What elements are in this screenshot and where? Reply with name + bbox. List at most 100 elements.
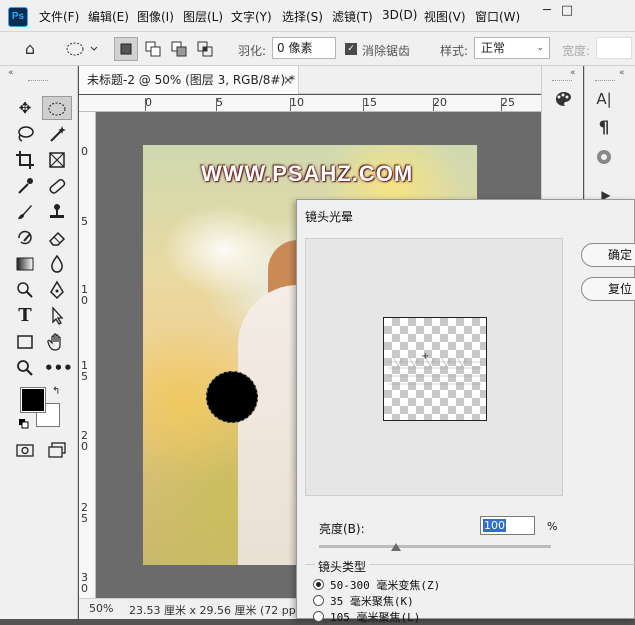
ruler-top-label: 20: [433, 96, 447, 109]
brightness-slider-thumb[interactable]: [391, 543, 401, 551]
ruler-left-label: 5: [81, 215, 88, 228]
close-tab-icon[interactable]: ×: [283, 73, 293, 87]
flare-preview-thumbnail[interactable]: +: [383, 317, 487, 421]
ruler-left-label: 0: [81, 145, 88, 158]
reset-button[interactable]: 复位: [581, 277, 635, 301]
ellipse-marquee-icon: [66, 42, 98, 56]
home-icon[interactable]: ⌂: [18, 37, 42, 61]
default-colors-icon[interactable]: [19, 418, 29, 429]
palette-icon[interactable]: [551, 90, 575, 112]
magic-wand-tool-icon[interactable]: [44, 122, 70, 146]
brightness-input[interactable]: 100: [480, 516, 535, 535]
glyphs-panel-icon[interactable]: [593, 148, 615, 170]
frame-tool-icon[interactable]: [44, 148, 70, 172]
antialias-label: 消除锯齿: [362, 44, 411, 58]
menu-select[interactable]: 选择(S): [282, 8, 323, 25]
brightness-slider[interactable]: [319, 545, 551, 548]
menu-bar: Ps 文件(F) 编辑(E) 图像(I) 图层(L) 文字(Y) 选择(S) 滤…: [0, 0, 635, 32]
rectangle-tool-icon[interactable]: [12, 330, 38, 354]
crop-tool-icon[interactable]: [12, 148, 38, 172]
style-label: 样式:: [440, 44, 469, 58]
feather-label: 羽化:: [238, 44, 267, 58]
preview-watermark: [388, 357, 482, 385]
toolbar-grip[interactable]: [28, 80, 48, 83]
options-bar: ⌂ 羽化: 0 像素 ✓ 消除锯齿 样式: 正常 ⌄ 宽度:: [0, 32, 635, 66]
ruler-top-label: 15: [363, 96, 377, 109]
chevron-down-icon: ⌄: [536, 43, 544, 53]
style-select[interactable]: 正常 ⌄: [474, 37, 550, 59]
feather-input[interactable]: 0 像素: [272, 37, 336, 59]
zoom-tool-icon[interactable]: [12, 356, 38, 380]
gradient-tool-icon[interactable]: [12, 252, 38, 276]
zoom-level[interactable]: 50%: [89, 602, 113, 615]
width-input[interactable]: [596, 37, 632, 59]
menu-3d[interactable]: 3D(D): [382, 8, 417, 22]
collapse-right-panel-icon[interactable]: «: [619, 68, 625, 78]
menu-type[interactable]: 文字(Y): [231, 8, 272, 25]
paragraph-panel-icon[interactable]: ¶: [593, 118, 615, 138]
vertical-ruler: 0 5 1 0 1 5 2 0 2 5 3 0: [79, 112, 96, 598]
radio-icon[interactable]: [313, 579, 324, 590]
preview-area: +: [305, 238, 563, 496]
pen-tool-icon[interactable]: [44, 278, 70, 302]
hand-tool-icon[interactable]: [44, 330, 70, 354]
clone-stamp-tool-icon[interactable]: [44, 200, 70, 224]
quick-mask-icon[interactable]: [12, 438, 38, 462]
collapse-toolbar-icon[interactable]: «: [8, 68, 14, 78]
antialias-checkbox[interactable]: ✓: [345, 43, 357, 55]
add-selection-button[interactable]: [141, 37, 165, 61]
more-tools-icon[interactable]: •••: [44, 356, 73, 380]
ok-button[interactable]: 确定: [581, 243, 635, 267]
subtract-selection-icon: [171, 41, 187, 57]
marquee-preset-picker[interactable]: [62, 37, 100, 61]
character-panel-icon[interactable]: A|: [593, 90, 615, 108]
radio-icon[interactable]: [313, 595, 324, 606]
menu-window[interactable]: 窗口(W): [475, 8, 520, 25]
eraser-tool-icon[interactable]: [44, 226, 70, 250]
black-circle-layer: [206, 371, 258, 423]
brush-tool-icon[interactable]: [12, 200, 38, 224]
lens-option-105[interactable]: 105 毫米聚焦(L): [313, 609, 420, 625]
panel-grip[interactable]: [552, 80, 572, 81]
path-selection-tool-icon[interactable]: [44, 304, 70, 328]
eyedropper-tool-icon[interactable]: [12, 174, 38, 198]
type-tool-icon[interactable]: T: [12, 304, 38, 328]
width-label: 宽度:: [562, 44, 591, 58]
screen-mode-icon[interactable]: [44, 438, 70, 462]
add-selection-icon: [145, 41, 161, 57]
menu-layer[interactable]: 图层(L): [183, 8, 223, 25]
document-tab-title: 未标题-2 @ 50% (图层 3, RGB/8#) *: [87, 73, 295, 87]
move-tool-icon[interactable]: ✥: [12, 96, 38, 120]
swap-colors-icon[interactable]: ↰: [52, 386, 60, 397]
intersect-selection-button[interactable]: [193, 37, 217, 61]
new-selection-button[interactable]: [114, 37, 138, 61]
menu-view[interactable]: 视图(V): [424, 8, 466, 25]
menu-file[interactable]: 文件(F): [39, 8, 79, 25]
new-selection-icon: [120, 43, 132, 55]
ruler-top-label: 0: [145, 96, 152, 109]
brightness-label: 亮度(B):: [319, 522, 365, 536]
dodge-tool-icon[interactable]: [12, 278, 38, 302]
lens-option-35[interactable]: 35 毫米聚焦(K): [313, 593, 414, 609]
elliptical-marquee-tool-icon[interactable]: [42, 96, 72, 120]
brightness-value: 100: [483, 519, 506, 532]
ruler-top-label: 10: [290, 96, 304, 109]
lens-option-50-300[interactable]: 50-300 毫米变焦(Z): [313, 577, 440, 593]
maximize-button[interactable]: □: [550, 0, 584, 22]
menu-filter[interactable]: 滤镜(T): [332, 8, 373, 25]
lasso-tool-icon[interactable]: [12, 122, 38, 146]
menu-edit[interactable]: 编辑(E): [88, 8, 129, 25]
menu-image[interactable]: 图像(I): [137, 8, 174, 25]
flare-center-crosshair[interactable]: +: [421, 351, 429, 362]
healing-brush-tool-icon[interactable]: [44, 174, 70, 198]
collapse-panel-icon[interactable]: «: [570, 68, 576, 78]
blur-tool-icon[interactable]: [44, 252, 70, 276]
ruler-top-label: 5: [216, 96, 223, 109]
subtract-selection-button[interactable]: [167, 37, 191, 61]
radio-icon[interactable]: [313, 611, 324, 622]
history-brush-tool-icon[interactable]: [12, 226, 38, 250]
document-tab[interactable]: 未标题-2 @ 50% (图层 3, RGB/8#) *: [79, 66, 299, 94]
brightness-unit: %: [547, 520, 558, 533]
right-panel-grip[interactable]: [595, 80, 615, 81]
ruler-top-label: 25: [501, 96, 515, 109]
